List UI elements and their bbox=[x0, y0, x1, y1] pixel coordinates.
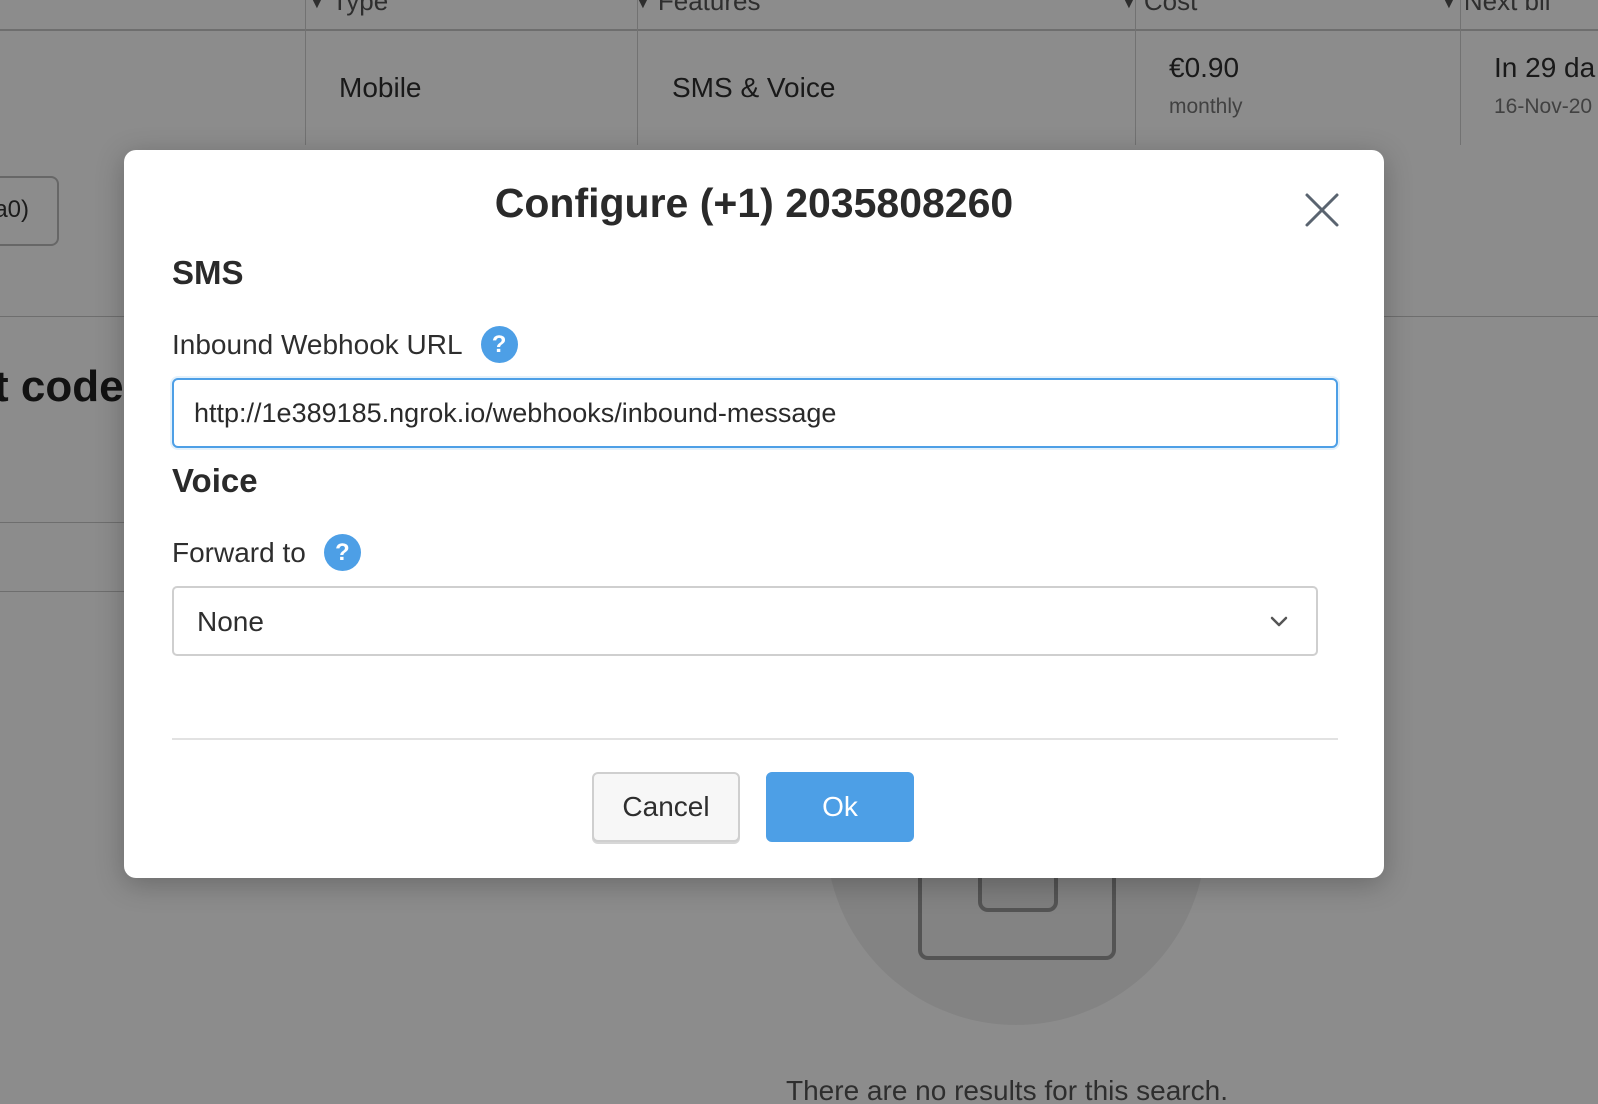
dialog-title: Configure (+1) 2035808260 bbox=[494, 180, 1014, 226]
cancel-button[interactable]: Cancel bbox=[592, 772, 740, 842]
webhook-url-input[interactable] bbox=[172, 378, 1338, 448]
help-icon[interactable]: ? bbox=[323, 534, 361, 571]
chevron-down-icon bbox=[1270, 616, 1288, 627]
forward-to-select[interactable]: None bbox=[172, 586, 1318, 656]
webhook-url-label: Inbound Webhook URL ? bbox=[172, 326, 518, 363]
sms-section-title: SMS bbox=[172, 254, 244, 291]
ok-button[interactable]: Ok bbox=[766, 772, 914, 842]
close-icon[interactable] bbox=[1302, 190, 1342, 230]
footer-divider bbox=[172, 738, 1338, 740]
help-icon[interactable]: ? bbox=[480, 326, 518, 363]
forward-to-value: None bbox=[197, 606, 264, 637]
voice-section-title: Voice bbox=[172, 462, 258, 499]
forward-to-label: Forward to ? bbox=[172, 534, 361, 571]
configure-number-dialog: Configure (+1) 2035808260 SMS Inbound We… bbox=[124, 150, 1384, 878]
